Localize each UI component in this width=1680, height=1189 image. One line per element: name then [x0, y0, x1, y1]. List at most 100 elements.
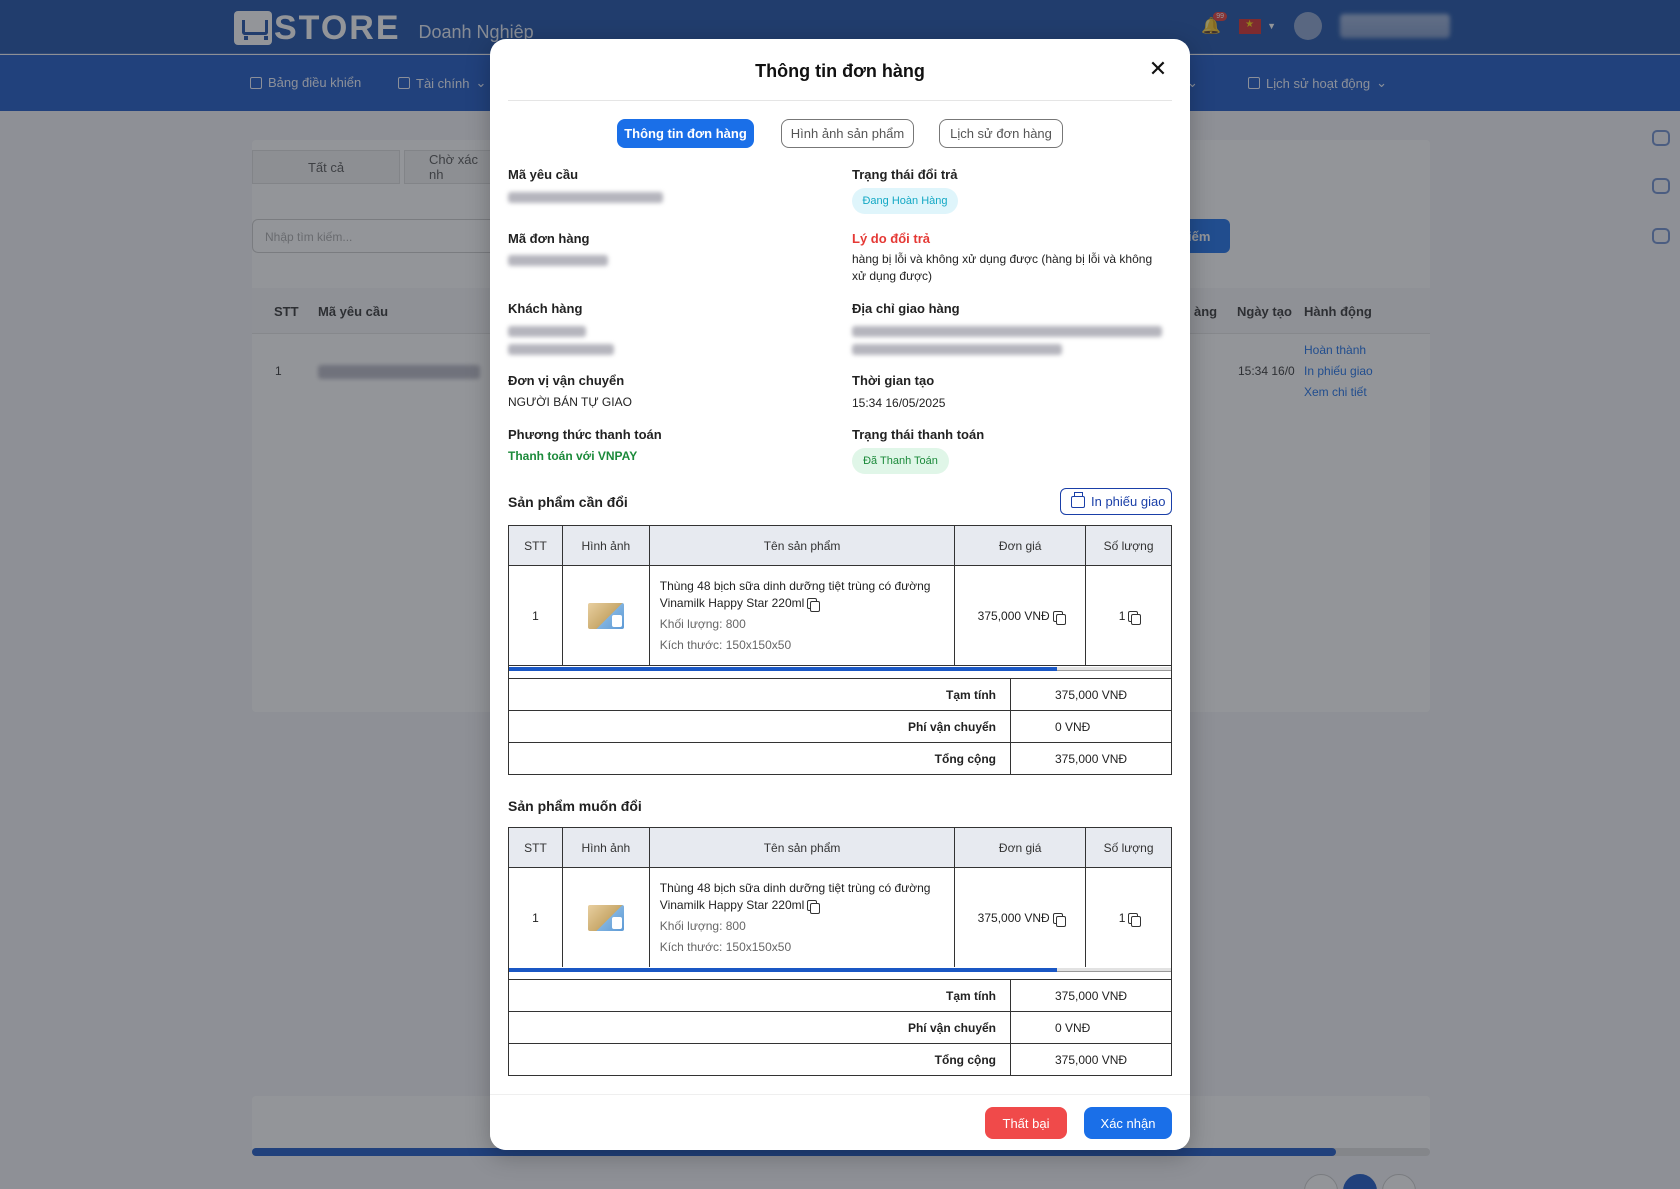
total-value: 375,000 VNĐ [1010, 742, 1172, 775]
tab-order-history[interactable]: Lịch sử đơn hàng [939, 119, 1063, 148]
subtotal-value: 375,000 VNĐ [1010, 678, 1172, 711]
shipping-fee-row: Phí vận chuyển 0 VNĐ [508, 710, 1172, 743]
total-value: 375,000 VNĐ [1010, 1043, 1172, 1076]
col-quantity: Số lượng [1085, 827, 1172, 868]
unit-price-cell: 375,000 VNĐ [954, 867, 1087, 968]
print-delivery-label: In phiếu giao [1091, 494, 1166, 509]
shipping-address-label: Địa chỉ giao hàng [852, 301, 960, 316]
unit-price-cell: 375,000 VNĐ [954, 565, 1087, 666]
col-product-name: Tên sản phẩm [648, 525, 956, 566]
shipping-unit-label: Đơn vị vận chuyển [508, 373, 625, 388]
shipping-fee-label: Phí vận chuyển [508, 710, 1011, 743]
order-code-value [508, 255, 608, 266]
table-header-row: STT Hình ảnh Tên sản phẩm Đơn giá Số lượ… [508, 525, 1172, 566]
product-image-cell [561, 565, 650, 666]
exchange-summary-table: Tạm tính 375,000 VNĐ Phí vận chuyển 0 VNĐ … [508, 678, 1172, 775]
customer-label: Khách hàng [508, 301, 583, 316]
col-stt: STT [508, 525, 563, 566]
product-name: Thùng 48 bịch sữa dinh dưỡng tiệt trùng … [659, 880, 931, 912]
subtotal-label: Tạm tính [508, 979, 1011, 1012]
col-stt: STT [508, 827, 563, 868]
customer-name-value [508, 326, 586, 337]
modal-divider [508, 100, 1172, 101]
created-time-value: 15:34 16/05/2025 [852, 396, 946, 410]
order-info-modal: Thông tin đơn hàng ✕ Thông tin đơn hàng … [490, 39, 1190, 1150]
printer-icon [1071, 491, 1085, 508]
shipping-fee-value: 0 VNĐ [1010, 710, 1172, 743]
copy-icon[interactable] [1052, 912, 1066, 927]
product-weight: Khối lượng: 800 [659, 918, 746, 933]
scrollbar-thumb[interactable] [509, 667, 1058, 671]
total-row: Tổng cộng 375,000 VNĐ [508, 1043, 1172, 1076]
table-row: 1 Thùng 48 bịch sữa dinh dưỡng tiệt trùn… [508, 867, 1172, 968]
wanted-section-title: Sản phẩm muốn đổi [508, 798, 642, 814]
unit-price: 375,000 VNĐ [977, 608, 1050, 623]
return-status-label: Trạng thái đổi trả [852, 167, 958, 182]
total-label: Tổng cộng [508, 1043, 1011, 1076]
shipping-fee-value: 0 VNĐ [1010, 1011, 1172, 1044]
product-name-cell: Thùng 48 bịch sữa dinh dưỡng tiệt trùng … [648, 867, 956, 968]
wanted-table-scrollbar[interactable] [508, 967, 1172, 979]
col-unit-price: Đơn giá [954, 827, 1087, 868]
total-row: Tổng cộng 375,000 VNĐ [508, 742, 1172, 775]
return-reason-label: Lý do đổi trả [852, 231, 930, 246]
quantity-cell: 1 [1085, 867, 1172, 968]
copy-icon[interactable] [1128, 610, 1142, 625]
shipping-unit-value: NGƯỜI BÁN TỰ GIAO [508, 395, 632, 409]
table-row: 1 Thùng 48 bịch sữa dinh dưỡng tiệt trùn… [508, 565, 1172, 666]
payment-status-badge: Đã Thanh Toán [852, 448, 949, 474]
modal-title: Thông tin đơn hàng [755, 61, 925, 81]
created-time-label: Thời gian tạo [852, 373, 935, 388]
copy-icon[interactable] [807, 597, 821, 612]
col-image: Hình ảnh [561, 525, 650, 566]
exchange-products-table: STT Hình ảnh Tên sản phẩm Đơn giá Số lượ… [508, 525, 1172, 666]
product-image-cell [561, 867, 650, 968]
copy-icon[interactable] [1052, 610, 1066, 625]
product-weight: Khối lượng: 800 [659, 616, 746, 631]
total-label: Tổng cộng [508, 742, 1011, 775]
col-unit-price: Đơn giá [954, 525, 1087, 566]
customer-email-value [508, 344, 614, 355]
quantity-cell: 1 [1085, 565, 1172, 666]
close-icon[interactable]: ✕ [1146, 57, 1170, 81]
shipping-fee-label: Phí vận chuyển [508, 1011, 1011, 1044]
confirm-button[interactable]: Xác nhận [1084, 1107, 1172, 1139]
subtotal-row: Tạm tính 375,000 VNĐ [508, 979, 1172, 1012]
tab-product-images[interactable]: Hình ảnh sản phẩm [781, 119, 914, 148]
product-image[interactable] [587, 602, 624, 629]
return-status-badge: Đang Hoàn Hàng [852, 188, 958, 214]
row-stt: 1 [508, 565, 563, 666]
shipping-fee-row: Phí vận chuyển 0 VNĐ [508, 1011, 1172, 1044]
print-delivery-button[interactable]: In phiếu giao [1060, 488, 1172, 515]
col-product-name: Tên sản phẩm [648, 827, 956, 868]
col-image: Hình ảnh [561, 827, 650, 868]
copy-icon[interactable] [807, 899, 821, 914]
scrollbar-thumb[interactable] [509, 968, 1058, 972]
wanted-summary-table: Tạm tính 375,000 VNĐ Phí vận chuyển 0 VNĐ … [508, 979, 1172, 1076]
payment-method-value: Thanh toán với VNPAY [508, 449, 638, 463]
product-name: Thùng 48 bịch sữa dinh dưỡng tiệt trùng … [659, 578, 931, 610]
quantity: 1 [1118, 608, 1126, 623]
return-reason-value: hàng bị lỗi và không xử dụng được (hàng … [852, 252, 1153, 283]
product-image[interactable] [587, 904, 624, 931]
exchange-section-title: Sản phẩm cần đổi [508, 494, 628, 510]
table-header-row: STT Hình ảnh Tên sản phẩm Đơn giá Số lượ… [508, 827, 1172, 868]
subtotal-row: Tạm tính 375,000 VNĐ [508, 678, 1172, 711]
request-code-value [508, 192, 663, 203]
scrollbar-track [509, 968, 1171, 972]
quantity: 1 [1118, 910, 1126, 925]
order-code-label: Mã đơn hàng [508, 231, 590, 246]
payment-method-label: Phương thức thanh toán [508, 427, 662, 442]
subtotal-label: Tạm tính [508, 678, 1011, 711]
scrollbar-track [509, 667, 1171, 671]
exchange-table-scrollbar[interactable] [508, 666, 1172, 678]
tab-order-info[interactable]: Thông tin đơn hàng [617, 119, 754, 148]
copy-icon[interactable] [1128, 912, 1142, 927]
wanted-products-table: STT Hình ảnh Tên sản phẩm Đơn giá Số lượ… [508, 827, 1172, 968]
fail-button[interactable]: Thất bại [985, 1107, 1067, 1139]
subtotal-value: 375,000 VNĐ [1010, 979, 1172, 1012]
product-size: Kích thước: 150x150x50 [659, 637, 792, 652]
row-stt: 1 [508, 867, 563, 968]
shipping-address-value [852, 326, 1162, 337]
request-code-label: Mã yêu cầu [508, 167, 579, 182]
